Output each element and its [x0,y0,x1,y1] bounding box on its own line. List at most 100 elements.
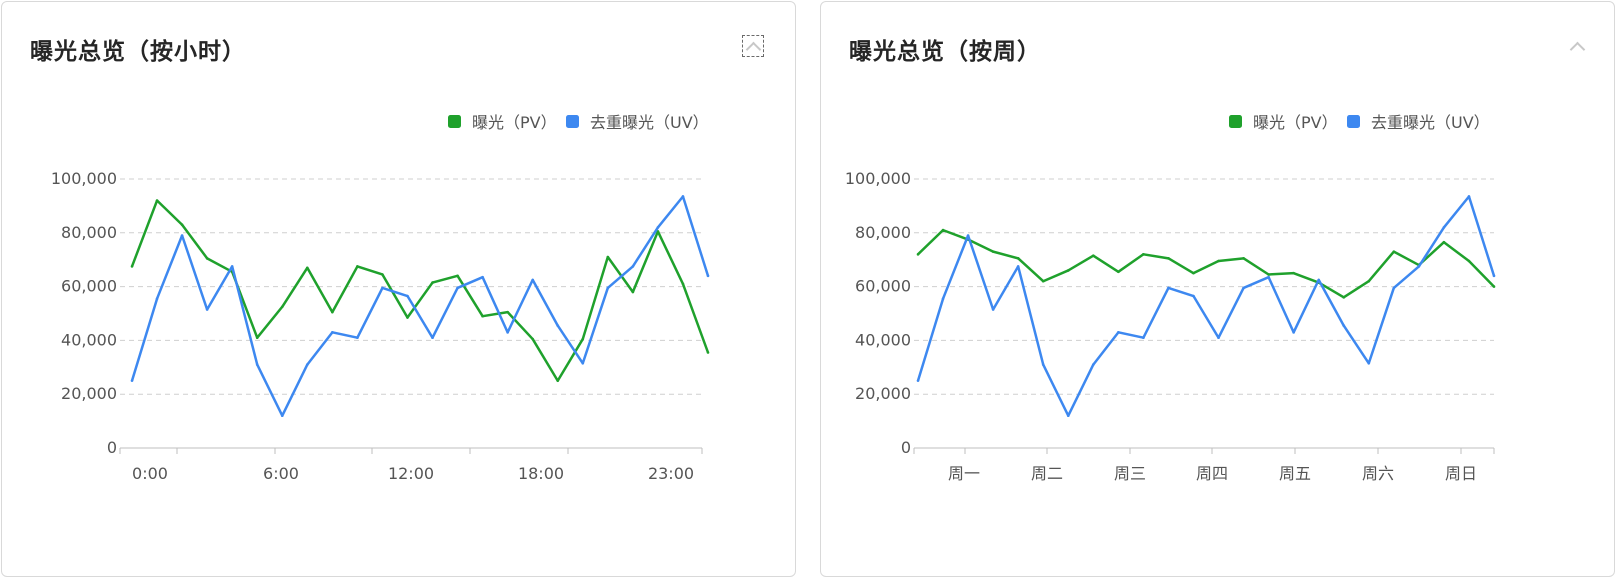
data-point [656,226,660,229]
data-point [331,331,334,334]
data-point [1217,259,1220,263]
legend-item[interactable]: 曝光（PV） [448,113,557,132]
y-tick-label: 100,000 [845,169,911,188]
data-point [1292,331,1295,334]
x-tick-label: 12:00 [388,464,434,483]
data-point [456,286,459,290]
data-point [966,234,970,237]
data-point [556,379,560,383]
legend-swatch [566,115,579,128]
data-point [1066,269,1070,272]
data-point [1267,275,1270,279]
data-point [356,336,359,340]
data-point [205,308,209,311]
data-point [1092,363,1095,366]
data-point [205,257,209,260]
data-point [506,331,509,334]
data-point [1342,324,1346,327]
data-point [531,278,534,282]
data-point [506,310,509,314]
y-tick-label: 40,000 [855,330,911,349]
data-point [1492,274,1496,278]
data-point [230,265,234,268]
data-point [280,414,284,418]
data-point [1267,273,1270,276]
data-point [1117,270,1120,274]
data-point [1117,331,1120,334]
series-line [917,228,1495,299]
y-tick-label: 20,000 [855,384,911,403]
data-point [456,274,459,278]
legend-swatch [1347,115,1360,128]
x-tick-label: 23:00 [648,464,694,483]
x-tick-label: 周日 [1445,464,1477,483]
data-point [180,234,184,237]
data-point [406,316,409,319]
data-point [481,314,484,318]
y-tick-label: 20,000 [61,384,117,403]
data-point [306,266,309,270]
data-point [941,297,945,301]
data-point [331,310,334,314]
data-point [706,351,710,354]
data-point [631,265,635,268]
legend-label: 去重曝光（UV） [590,113,709,132]
data-point [431,281,434,284]
data-point [1167,257,1170,260]
data-point [1467,195,1471,198]
data-point [631,290,635,294]
data-point [581,337,585,341]
data-point [606,286,610,290]
data-point [991,250,995,253]
data-point [1041,363,1045,366]
x-tick-label: 6:00 [263,464,299,483]
y-tick-label: 0 [107,438,117,457]
y-tick-label: 40,000 [61,330,117,349]
series-line [916,195,1496,417]
legend-item[interactable]: 去重曝光（UV） [566,113,709,132]
data-point [381,286,384,290]
data-point [356,265,359,268]
x-tick-label: 周一 [948,464,980,483]
data-point [1292,271,1295,275]
chart-card-weekly: 曝光总览（按周） 0 20,000 40,000 60,000 80,000 100,00… [820,1,1615,577]
x-tick-label: 周六 [1362,464,1394,483]
y-tick-label: 60,000 [61,277,117,296]
data-point [1342,296,1346,299]
x-tick-label: 周五 [1279,464,1311,483]
data-point [406,294,409,298]
y-tick-label: 80,000 [61,223,117,242]
data-point [681,195,685,198]
data-point [1066,414,1070,418]
data-point [1092,254,1095,257]
x-tick-label: 周二 [1031,464,1063,483]
line-chart-weekly: 0 20,000 40,000 60,000 80,000 100,000 周一 周二 周三 周四… [845,113,1496,483]
data-point [916,253,920,256]
data-point [706,274,710,278]
data-point [1442,226,1446,229]
data-point [1242,257,1245,260]
data-point [1242,286,1245,290]
x-tick-label: 周四 [1196,464,1228,483]
data-point [1367,361,1371,365]
data-point [1142,336,1145,340]
data-point [155,199,159,202]
data-point [130,379,134,383]
data-point [1492,285,1496,288]
legend-item[interactable]: 曝光（PV） [1229,113,1338,132]
data-point [306,363,309,366]
data-point [916,379,920,383]
data-point [481,275,484,279]
legend-item[interactable]: 去重曝光（UV） [1347,113,1490,132]
line-chart-hourly: 0 20,000 40,000 60,000 80,000 100,000 0:00 6:00… [51,113,710,483]
legend-label: 曝光（PV） [1253,113,1338,132]
data-point [1317,278,1320,282]
data-point [1192,271,1195,275]
data-point [1192,294,1195,298]
data-point [581,361,585,365]
data-point [381,273,384,276]
data-point [1016,265,1020,268]
legend-swatch [448,115,461,128]
data-point [1367,279,1371,283]
data-point [1467,259,1471,263]
